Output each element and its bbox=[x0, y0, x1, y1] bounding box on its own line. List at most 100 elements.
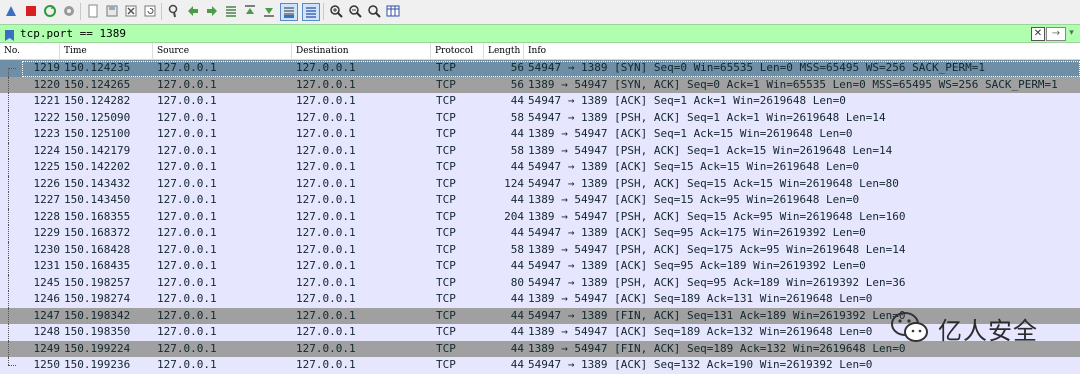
resize-columns-icon[interactable] bbox=[385, 3, 401, 19]
cell-no: 1221 bbox=[33, 94, 61, 107]
cell-info: 1389 → 54947 [ACK] Seq=189 Ack=131 Win=2… bbox=[528, 292, 873, 305]
cell-no: 1249 bbox=[33, 341, 61, 355]
forward-icon[interactable] bbox=[204, 3, 220, 19]
cell-source: 127.0.0.1 bbox=[157, 176, 217, 190]
main-toolbar bbox=[0, 0, 1080, 25]
goto-packet-icon[interactable] bbox=[223, 3, 239, 19]
back-icon[interactable] bbox=[185, 3, 201, 19]
cell-protocol: TCP bbox=[436, 110, 456, 124]
filter-dropdown-icon[interactable]: ▾ bbox=[1066, 27, 1077, 39]
cell-time: 150.198257 bbox=[64, 275, 131, 289]
cell-time: 150.143432 bbox=[64, 176, 131, 190]
packet-row[interactable]: 1231 150.168435 127.0.0.1 127.0.0.1 TCP 44 549… bbox=[0, 258, 1080, 275]
cell-destination: 127.0.0.1 bbox=[296, 358, 356, 371]
column-destination[interactable]: Destination bbox=[292, 43, 431, 59]
stop-icon[interactable] bbox=[23, 3, 39, 19]
cell-time: 150.168355 bbox=[64, 209, 131, 223]
shark-fin-icon[interactable] bbox=[3, 3, 19, 19]
zoom-in-icon[interactable] bbox=[328, 3, 344, 19]
packet-row[interactable]: 1246 150.198274 127.0.0.1 127.0.0.1 TCP 44 138… bbox=[0, 291, 1080, 308]
cell-length: 204 bbox=[504, 209, 524, 223]
packet-row[interactable]: 1230 150.168428 127.0.0.1 127.0.0.1 TCP 58 138… bbox=[0, 241, 1080, 258]
packet-row[interactable]: 1226 150.143432 127.0.0.1 127.0.0.1 TCP 124 54… bbox=[0, 175, 1080, 192]
cell-source: 127.0.0.1 bbox=[157, 143, 217, 157]
cell-info: 54947 → 1389 [ACK] Seq=95 Ack=175 Win=26… bbox=[528, 226, 866, 239]
colorize-icon[interactable] bbox=[302, 3, 320, 21]
cell-info: 1389 → 54947 [PSH, ACK] Seq=15 Ack=95 Wi… bbox=[528, 209, 906, 223]
column-time[interactable]: Time bbox=[60, 43, 153, 59]
normal-size-icon[interactable] bbox=[366, 3, 382, 19]
cell-time: 150.142202 bbox=[64, 160, 131, 173]
cell-info: 54947 → 1389 [PSH, ACK] Seq=95 Ack=189 W… bbox=[528, 275, 906, 289]
packet-row[interactable]: 1228 150.168355 127.0.0.1 127.0.0.1 TCP 204 13… bbox=[0, 208, 1080, 225]
packet-row[interactable]: 1225 150.142202 127.0.0.1 127.0.0.1 TCP 44 549… bbox=[0, 159, 1080, 176]
cell-time: 150.125100 bbox=[64, 127, 131, 140]
bookmark-icon[interactable] bbox=[4, 27, 15, 41]
cell-destination: 127.0.0.1 bbox=[296, 110, 356, 124]
find-packet-icon[interactable] bbox=[166, 3, 182, 19]
cell-source: 127.0.0.1 bbox=[157, 275, 217, 289]
apply-filter-button[interactable]: → bbox=[1046, 27, 1066, 41]
packet-row[interactable]: 1223 150.125100 127.0.0.1 127.0.0.1 TCP 44 138… bbox=[0, 126, 1080, 143]
save-file-icon[interactable] bbox=[104, 3, 120, 19]
cell-destination: 127.0.0.1 bbox=[296, 242, 356, 256]
column-no[interactable]: No. bbox=[0, 43, 60, 59]
column-source[interactable]: Source bbox=[153, 43, 292, 59]
column-protocol[interactable]: Protocol bbox=[431, 43, 484, 59]
cell-source: 127.0.0.1 bbox=[157, 77, 217, 91]
cell-length: 58 bbox=[510, 143, 524, 157]
cell-no: 1228 bbox=[33, 209, 61, 223]
cell-no: 1223 bbox=[33, 127, 61, 140]
cell-destination: 127.0.0.1 bbox=[296, 176, 356, 190]
packet-row[interactable]: 1221 150.124282 127.0.0.1 127.0.0.1 TCP 44 549… bbox=[0, 93, 1080, 110]
cell-protocol: TCP bbox=[436, 94, 456, 107]
column-length[interactable]: Length bbox=[484, 43, 524, 59]
packet-row[interactable]: 1224 150.142179 127.0.0.1 127.0.0.1 TCP 58 138… bbox=[0, 142, 1080, 159]
packet-row[interactable]: 1219 150.124235 127.0.0.1 127.0.0.1 TCP 56 549… bbox=[0, 60, 1080, 77]
cell-info: 54947 → 1389 [ACK] Seq=132 Ack=190 Win=2… bbox=[528, 358, 873, 371]
restart-icon[interactable] bbox=[42, 3, 58, 19]
packet-row[interactable]: 1229 150.168372 127.0.0.1 127.0.0.1 TCP 44 549… bbox=[0, 225, 1080, 242]
reload-icon[interactable] bbox=[142, 3, 158, 19]
cell-no: 1227 bbox=[33, 193, 61, 206]
cell-info: 1389 → 54947 [SYN, ACK] Seq=0 Ack=1 Win=… bbox=[528, 77, 1058, 91]
cell-length: 58 bbox=[510, 242, 524, 256]
cell-length: 44 bbox=[510, 341, 524, 355]
column-info[interactable]: Info bbox=[524, 43, 1080, 59]
display-filter-input[interactable]: tcp.port == 1389 bbox=[20, 25, 126, 42]
packet-row[interactable]: 1227 150.143450 127.0.0.1 127.0.0.1 TCP 44 138… bbox=[0, 192, 1080, 209]
cell-info: 1389 → 54947 [ACK] Seq=15 Ack=95 Win=261… bbox=[528, 193, 860, 206]
cell-protocol: TCP bbox=[436, 325, 456, 338]
cell-protocol: TCP bbox=[436, 226, 456, 239]
close-file-icon[interactable] bbox=[123, 3, 139, 19]
display-filter-bar: tcp.port == 1389 ✕ → ▾ bbox=[0, 24, 1080, 43]
cell-source: 127.0.0.1 bbox=[157, 308, 217, 322]
cell-no: 1230 bbox=[33, 242, 61, 256]
cell-source: 127.0.0.1 bbox=[157, 358, 217, 371]
cell-length: 44 bbox=[510, 292, 524, 305]
cell-source: 127.0.0.1 bbox=[157, 292, 217, 305]
packet-row[interactable]: 1220 150.124265 127.0.0.1 127.0.0.1 TCP 56 138… bbox=[0, 76, 1080, 93]
cell-length: 44 bbox=[510, 94, 524, 107]
packet-row[interactable]: 1222 150.125090 127.0.0.1 127.0.0.1 TCP 58 549… bbox=[0, 109, 1080, 126]
packet-row[interactable]: 1245 150.198257 127.0.0.1 127.0.0.1 TCP 80 549… bbox=[0, 274, 1080, 291]
options-icon[interactable] bbox=[61, 3, 77, 19]
cell-length: 44 bbox=[510, 127, 524, 140]
cell-time: 150.142179 bbox=[64, 143, 131, 157]
open-file-icon[interactable] bbox=[85, 3, 101, 19]
cell-destination: 127.0.0.1 bbox=[296, 77, 356, 91]
go-last-icon[interactable] bbox=[261, 3, 277, 19]
cell-no: 1229 bbox=[33, 226, 61, 239]
cell-info: 54947 → 1389 [ACK] Seq=15 Ack=15 Win=261… bbox=[528, 160, 860, 173]
cell-no: 1245 bbox=[33, 275, 61, 289]
go-first-icon[interactable] bbox=[242, 3, 258, 19]
cell-protocol: TCP bbox=[436, 259, 456, 272]
zoom-out-icon[interactable] bbox=[347, 3, 363, 19]
autoscroll-icon[interactable] bbox=[280, 3, 298, 21]
cell-length: 44 bbox=[510, 160, 524, 173]
packet-row[interactable]: 1250 150.199236 127.0.0.1 127.0.0.1 TCP 44 549… bbox=[0, 357, 1080, 374]
cell-info: 54947 → 1389 [ACK] Seq=95 Ack=189 Win=26… bbox=[528, 259, 866, 272]
cell-destination: 127.0.0.1 bbox=[296, 341, 356, 355]
clear-filter-button[interactable]: ✕ bbox=[1031, 27, 1045, 41]
cell-destination: 127.0.0.1 bbox=[296, 209, 356, 223]
